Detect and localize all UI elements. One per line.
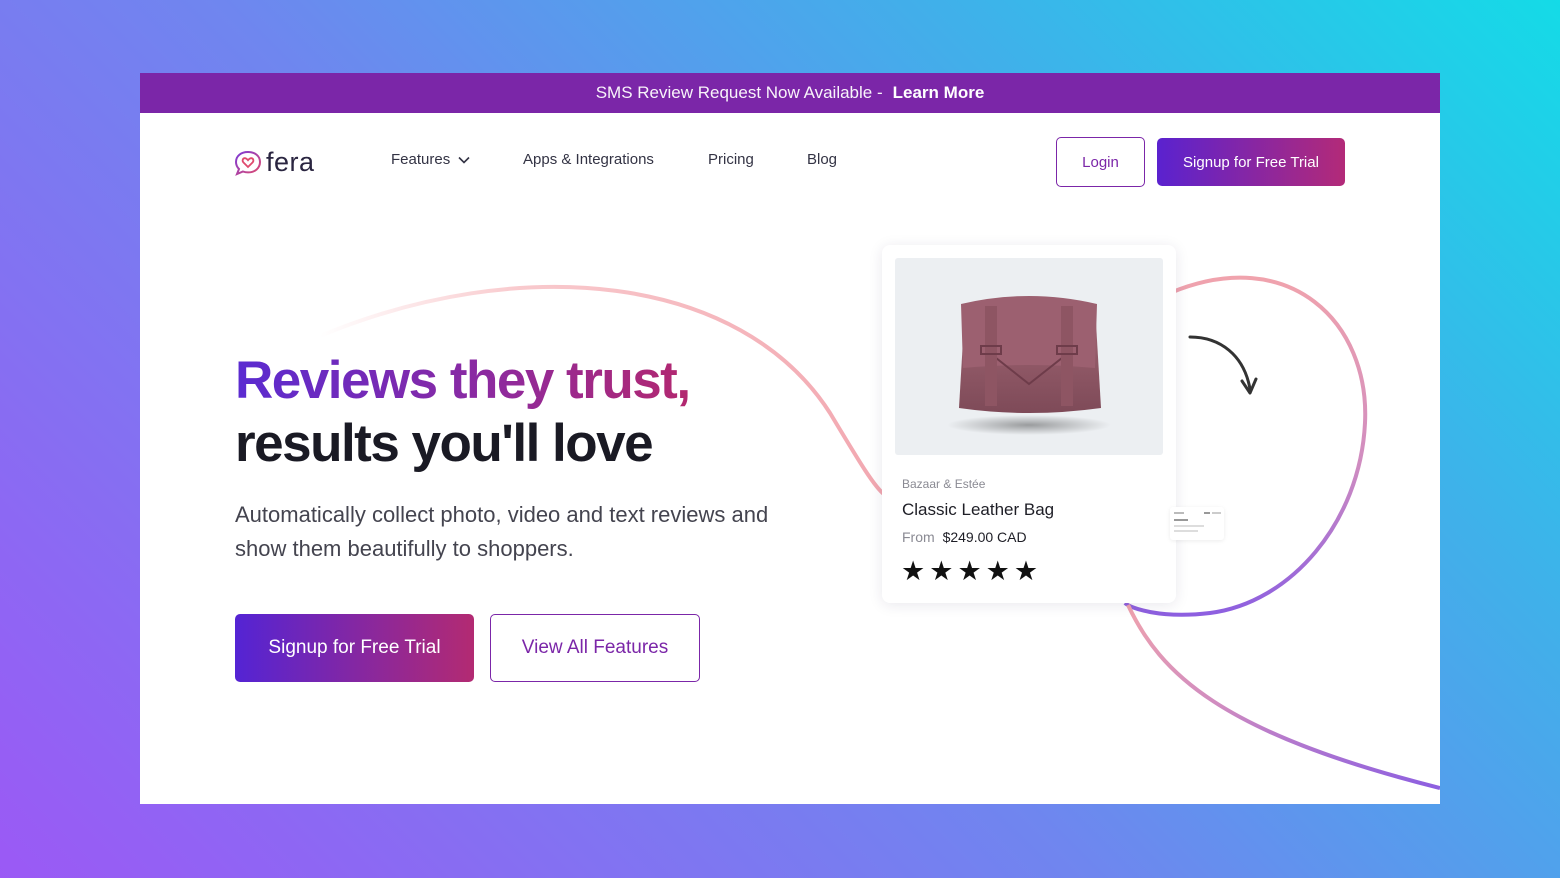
- nav-pricing[interactable]: Pricing: [708, 151, 754, 168]
- mini-review-widget: [1170, 507, 1224, 540]
- star-icon: ★: [1013, 556, 1039, 586]
- headline-line-2: results you'll love: [235, 414, 654, 473]
- view-features-button[interactable]: View All Features: [490, 614, 700, 682]
- nav-blog[interactable]: Blog: [807, 151, 837, 168]
- nav-pricing-label: Pricing: [708, 151, 754, 168]
- fera-logo[interactable]: fera: [234, 147, 315, 178]
- hero-headline: Reviews they trust, results you'll love: [235, 349, 691, 475]
- hero-subtext: Automatically collect photo, video and t…: [235, 502, 769, 561]
- leather-bag-illustration: [947, 296, 1111, 435]
- mini-review-preview: [1174, 512, 1221, 532]
- product-price: From $249.00 CAD: [902, 529, 1027, 545]
- price-value: $249.00 CAD: [942, 529, 1027, 545]
- chevron-down-icon: [458, 156, 470, 164]
- product-image: [895, 258, 1163, 455]
- learn-more-link[interactable]: Learn More: [893, 83, 985, 103]
- nav-blog-label: Blog: [807, 151, 838, 168]
- nav-features[interactable]: Features: [391, 151, 470, 168]
- price-prefix: From: [902, 529, 935, 545]
- login-button[interactable]: Login: [1056, 137, 1145, 187]
- star-icon: ★: [957, 556, 982, 586]
- top-navigation: fera Features Apps & Integrations Pricin…: [140, 113, 1440, 211]
- star-icon: ★: [985, 556, 1010, 586]
- star-icon: ★: [929, 556, 954, 586]
- nav-signup-button[interactable]: Signup for Free Trial: [1157, 138, 1345, 186]
- headline-line-1: Reviews they trust,: [235, 351, 691, 410]
- product-name[interactable]: Classic Leather Bag: [902, 500, 1054, 520]
- star-rating: ★ ★ ★ ★ ★: [901, 556, 1038, 587]
- curved-arrow-icon: [1188, 335, 1258, 395]
- nav-features-label: Features: [391, 151, 451, 168]
- heart-chat-icon: [234, 150, 262, 176]
- star-icon: ★: [901, 556, 926, 586]
- nav-apps-integrations[interactable]: Apps & Integrations: [523, 151, 654, 168]
- product-card: Bazaar & Estée Classic Leather Bag From …: [882, 245, 1176, 603]
- hero-signup-button[interactable]: Signup for Free Trial: [235, 614, 474, 682]
- nav-apps-label: Apps & Integrations: [523, 151, 654, 168]
- announcement-bar: SMS Review Request Now Available - Learn…: [140, 73, 1440, 113]
- logo-wordmark: fera: [266, 147, 315, 177]
- announcement-text: SMS Review Request Now Available -: [595, 83, 883, 102]
- product-brand: Bazaar & Estée: [902, 477, 986, 491]
- browser-frame: SMS Review Request Now Available - Learn…: [140, 73, 1440, 804]
